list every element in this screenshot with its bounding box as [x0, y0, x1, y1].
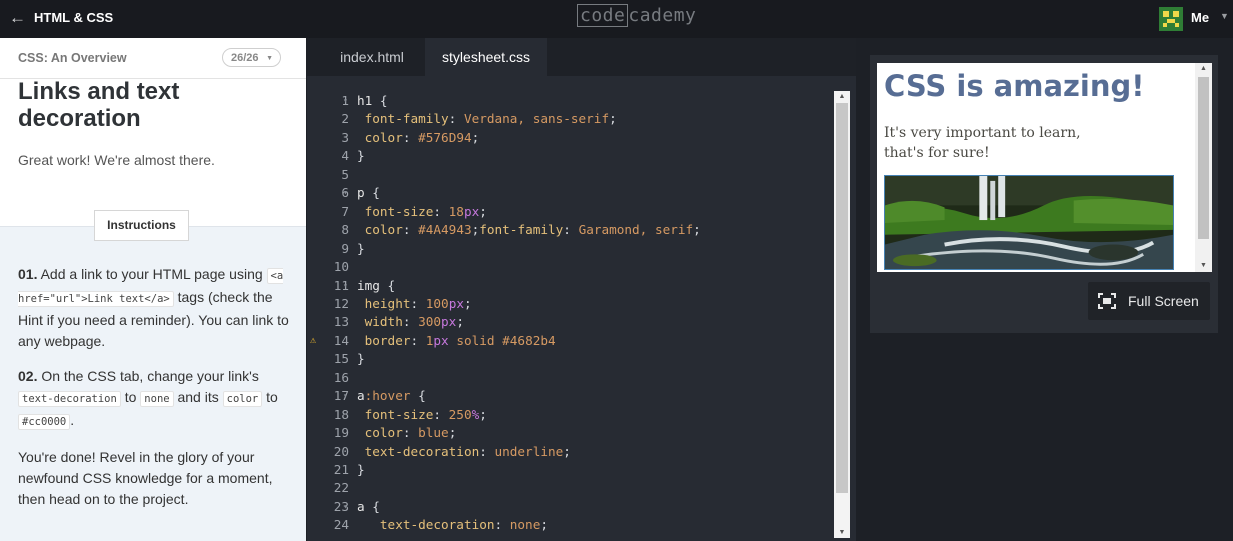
code-line[interactable]: width: 300px; [357, 312, 464, 331]
line-number: 15 [333, 351, 349, 367]
code-line[interactable]: color: blue; [357, 423, 457, 442]
scrollbar-thumb[interactable] [836, 103, 848, 493]
line-number: 5 [341, 166, 349, 182]
code-line[interactable]: color: #576D94; [357, 128, 480, 147]
code-snippet: text-decoration [18, 391, 121, 407]
line-number: 10 [333, 259, 349, 275]
code-line[interactable]: } [357, 349, 365, 368]
code-line[interactable]: text-decoration: underline; [357, 442, 571, 461]
code-line[interactable]: a:hover { [357, 386, 426, 405]
editor-tabs: index.html stylesheet.css [307, 38, 856, 76]
code-editor: index.html stylesheet.css 1 ▾ h1 {2 font-f… [307, 38, 856, 541]
code-line[interactable]: text-decoration: none; [357, 515, 548, 534]
code-line[interactable]: } [357, 239, 365, 258]
scroll-up-icon[interactable]: ▲ [1195, 63, 1212, 75]
code-line[interactable]: } [357, 146, 365, 165]
preview-paragraph: It's very important to learn, that's for… [884, 125, 1081, 161]
code-line[interactable]: font-size: 18px; [357, 202, 487, 221]
code-line[interactable]: border: 1px solid #4682b4 [357, 331, 556, 350]
line-number: 9 [341, 240, 349, 256]
done-message: You're done! Revel in the glory of your … [18, 449, 273, 507]
full-screen-label: Full Screen [1128, 293, 1199, 309]
step-2: 02. On the CSS tab, change your link's t… [18, 368, 278, 430]
code-line[interactable]: color: #4A4943;font-family: Garamond, se… [357, 220, 701, 239]
code-line[interactable]: height: 100px; [357, 294, 472, 313]
fold-toggle-icon[interactable]: ▾ [343, 497, 351, 516]
editor-scrollbar[interactable]: ▲ ▼ [834, 91, 850, 538]
fold-toggle-icon[interactable]: ▾ [343, 386, 351, 405]
chevron-down-icon[interactable]: ▼ [1220, 11, 1229, 21]
top-bar: ← HTML & CSS code cademy Me ▼ [0, 0, 1233, 38]
scroll-down-icon[interactable]: ▼ [834, 527, 850, 538]
code-line[interactable]: font-family: Verdana, sans-serif; [357, 109, 617, 128]
scrollbar-thumb[interactable] [1198, 77, 1209, 239]
fold-toggle-icon[interactable]: ▾ [343, 183, 351, 202]
line-number: 21 [333, 462, 349, 477]
code-line[interactable]: a { [357, 497, 380, 516]
progress-dropdown[interactable]: 26/26 ▼ [222, 48, 281, 67]
line-number: 20 [333, 443, 349, 459]
fullscreen-icon [1098, 293, 1116, 309]
line-number: 8 [341, 222, 349, 238]
full-screen-button[interactable]: Full Screen [1088, 282, 1210, 320]
code-line[interactable]: font-size: 250%; [357, 405, 487, 424]
step-1: 01. Add a link to your HTML page using <… [18, 266, 289, 349]
preview-frame[interactable]: CSS is amazing! It's very important to l… [877, 63, 1212, 272]
line-number: 3 [341, 129, 349, 145]
code-line[interactable]: p { [357, 183, 380, 202]
user-menu[interactable]: Me [1191, 10, 1209, 25]
tab-index-html[interactable]: index.html [324, 38, 420, 76]
line-number: 2 [341, 111, 349, 127]
code-snippet: #cc0000 [18, 414, 71, 430]
warning-icon[interactable]: ⚠ [310, 331, 321, 350]
lesson-header: CSS: An Overview 26/26 ▼ [0, 38, 306, 79]
code-line[interactable]: img { [357, 276, 395, 295]
code-line[interactable]: } [357, 460, 365, 479]
line-number: 19 [333, 425, 349, 441]
lesson-panel: CSS: An Overview 26/26 ▼ Links and text d… [0, 38, 306, 541]
section-title: CSS: An Overview [18, 51, 127, 65]
line-number: 7 [341, 203, 349, 219]
scroll-down-icon[interactable]: ▼ [1195, 260, 1212, 272]
code-line[interactable]: h1 { [357, 91, 388, 110]
line-number: 18 [333, 406, 349, 422]
preview-heading: CSS is amazing! [884, 69, 1145, 103]
lesson-title: Links and text decoration [18, 78, 180, 132]
fold-toggle-icon[interactable]: ▾ [343, 276, 351, 295]
line-number: 12 [333, 295, 349, 311]
code-snippet: none [140, 391, 174, 407]
instructions-tab[interactable]: Instructions [94, 210, 189, 241]
arrow-left-icon[interactable]: ← [9, 8, 26, 28]
code-snippet: color [222, 391, 263, 407]
waterfall-image [884, 175, 1174, 270]
preview-scrollbar[interactable]: ▲ ▼ [1195, 63, 1212, 272]
line-number: 22 [333, 480, 349, 496]
instructions-steps: 01. Add a link to your HTML page using <… [18, 264, 290, 524]
lesson-intro: Great work! We're almost there. [18, 152, 215, 168]
line-number: 24 [333, 517, 349, 533]
avatar[interactable] [1159, 7, 1183, 31]
codecademy-logo[interactable]: code cademy [577, 4, 696, 27]
tab-stylesheet-css[interactable]: stylesheet.css [425, 38, 547, 76]
scroll-up-icon[interactable]: ▲ [834, 91, 850, 102]
line-number: 16 [333, 369, 349, 385]
line-number: 13 [333, 314, 349, 330]
preview-panel: CSS is amazing! It's very important to l… [870, 55, 1218, 333]
line-number: 4 [341, 148, 349, 164]
fold-toggle-icon[interactable]: ▾ [343, 91, 351, 110]
course-title[interactable]: HTML & CSS [34, 10, 113, 25]
chevron-down-icon: ▼ [266, 55, 273, 62]
